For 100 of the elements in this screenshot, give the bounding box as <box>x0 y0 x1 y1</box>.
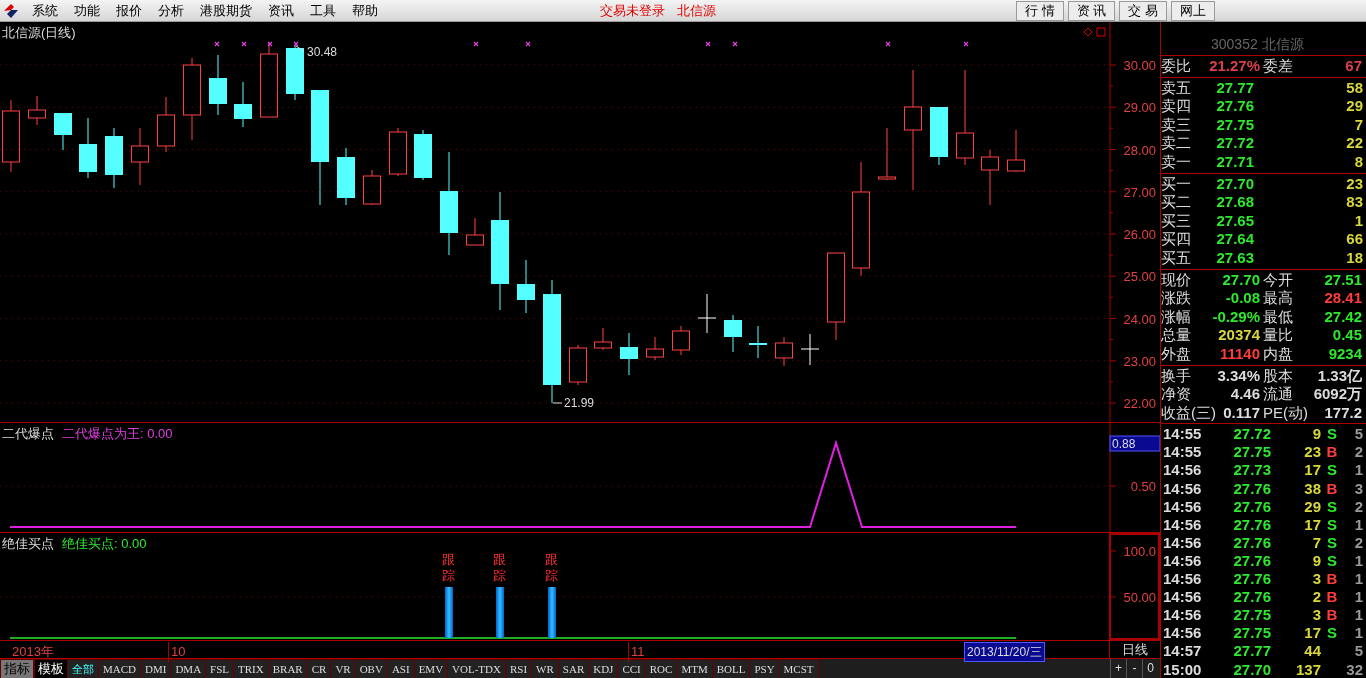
order-level-label: 买五 <box>1161 248 1191 268</box>
indicator-tab[interactable]: RSI <box>505 659 533 678</box>
indicator-name: 绝佳买点 <box>2 535 54 553</box>
trade-volume: 23 <box>1303 443 1321 462</box>
menu-item[interactable]: 帮助 <box>344 0 386 22</box>
toolbar-button[interactable]: 网上 <box>1170 1 1215 21</box>
indicator-tab[interactable]: BOLL <box>712 659 751 678</box>
trade-volume: 2 <box>1311 588 1321 607</box>
candle <box>286 44 304 101</box>
trade-price: 27.76 <box>1232 515 1271 534</box>
indicator-tab[interactable]: WR <box>532 659 559 678</box>
indicator-tab[interactable]: CCI <box>618 659 646 678</box>
signal-bar <box>445 587 453 638</box>
indicator-tab[interactable]: VOL-TDX <box>448 659 506 678</box>
toolbar-button[interactable]: 行 情 <box>1016 1 1064 21</box>
quote-value: 67 <box>1344 57 1363 76</box>
order-level-label: 买一 <box>1161 174 1191 194</box>
indicator-tab[interactable]: SAR <box>558 659 590 678</box>
candle <box>209 54 227 116</box>
mode-tab[interactable]: 模板 <box>34 659 68 678</box>
menu-item[interactable]: 港股期货 <box>192 0 260 22</box>
candle <box>697 293 717 334</box>
quote-label: 内盘 <box>1263 344 1293 364</box>
trade-price: 27.76 <box>1232 588 1271 607</box>
indicator-tab[interactable]: 全部 <box>68 659 99 678</box>
window-icon[interactable] <box>1096 27 1106 37</box>
trade-volume: 38 <box>1303 479 1321 498</box>
quote-value: 9234 <box>1327 344 1363 364</box>
menu-item[interactable]: 报价 <box>108 0 150 22</box>
signal-label: 跟踪 <box>442 552 455 585</box>
indicator-tab[interactable]: MTM <box>677 659 713 678</box>
order-price: 27.64 <box>1215 230 1255 249</box>
cursor-value-tag: 0.88 <box>1109 435 1160 452</box>
toolbar-button[interactable]: 交 易 <box>1119 1 1167 21</box>
trade-volume: 17 <box>1303 461 1321 480</box>
order-price: 27.65 <box>1215 211 1255 231</box>
indicator-tab[interactable]: CR <box>307 659 332 678</box>
trade-time: 14:56 <box>1162 570 1203 589</box>
candle <box>930 107 948 166</box>
indicator-axis-label: 100.0 <box>1123 544 1156 559</box>
trade-side: S <box>1326 497 1338 516</box>
candle <box>466 217 484 246</box>
indicator-tab[interactable]: FSL <box>206 659 235 678</box>
menu-item[interactable]: 分析 <box>150 0 192 22</box>
order-volume: 66 <box>1345 230 1364 249</box>
trade-price: 27.76 <box>1232 570 1271 589</box>
order-volume: 83 <box>1345 193 1364 212</box>
order-price: 27.77 <box>1215 78 1255 98</box>
indicator-tab[interactable]: ASI <box>387 659 415 678</box>
broker-name: 北信源 <box>677 2 716 20</box>
candle <box>620 332 638 376</box>
indicator-tab[interactable]: BRAR <box>268 659 308 678</box>
signal-marker <box>214 41 220 47</box>
low-price-label: 21.99 <box>564 396 595 410</box>
signal-bar <box>548 587 556 638</box>
indicator-tab[interactable]: PSY <box>750 659 780 678</box>
indicator-tab[interactable]: DMA <box>171 659 207 678</box>
signal-marker <box>293 41 299 47</box>
order-level-label: 卖四 <box>1161 97 1191 116</box>
signal-label: 跟踪 <box>493 552 506 585</box>
candle <box>79 117 97 179</box>
trade-time: 14:56 <box>1162 461 1203 480</box>
indicator-tab[interactable]: DMI <box>141 659 172 678</box>
period-label[interactable]: 日线 <box>1110 641 1160 658</box>
order-level-label: 卖五 <box>1161 78 1191 98</box>
signal-marker <box>267 41 273 47</box>
trade-volume: 9 <box>1311 551 1321 571</box>
indicator-tab[interactable]: KDJ <box>589 659 619 678</box>
trade-time: 14:55 <box>1162 425 1203 444</box>
indicator-tab[interactable]: OBV <box>355 659 388 678</box>
toolbar-button[interactable]: 资 讯 <box>1067 1 1116 21</box>
indicator-tab[interactable]: MACD <box>99 659 141 678</box>
menu-item[interactable]: 资讯 <box>260 0 302 22</box>
candle <box>337 147 355 206</box>
indicator-tab[interactable]: ROC <box>645 659 678 678</box>
indicator-tab[interactable]: MCST <box>779 659 819 678</box>
quote-label: 最高 <box>1263 289 1293 308</box>
price-axis-label: 30.00 <box>1123 58 1156 73</box>
trade-volume: 137 <box>1294 660 1321 678</box>
candle <box>157 96 175 153</box>
menu-item[interactable]: 工具 <box>302 0 344 22</box>
trade-side: B <box>1325 588 1339 607</box>
quote-value: 28.41 <box>1323 289 1363 308</box>
trade-price: 27.77 <box>1232 642 1271 661</box>
indicator-tab[interactable]: VR <box>331 659 356 678</box>
quote-value: 1.33亿 <box>1316 366 1363 386</box>
diamond-icon <box>1084 27 1093 37</box>
trade-count: 5 <box>1353 642 1364 661</box>
trade-time: 14:56 <box>1162 624 1203 643</box>
menu-item[interactable]: 功能 <box>66 0 108 22</box>
indicator-tab[interactable]: TRIX <box>234 659 269 678</box>
menu-item[interactable]: 系统 <box>24 0 66 22</box>
trade-volume: 29 <box>1303 497 1321 516</box>
indicator-tab[interactable]: EMV <box>414 659 449 678</box>
quote-label: 委比 <box>1161 57 1191 76</box>
candle <box>724 314 742 353</box>
mode-tab[interactable]: 指标 <box>0 659 34 678</box>
high-price-label: 30.48 <box>307 45 338 59</box>
trade-price: 27.73 <box>1232 461 1271 480</box>
trade-count: 1 <box>1353 515 1364 534</box>
